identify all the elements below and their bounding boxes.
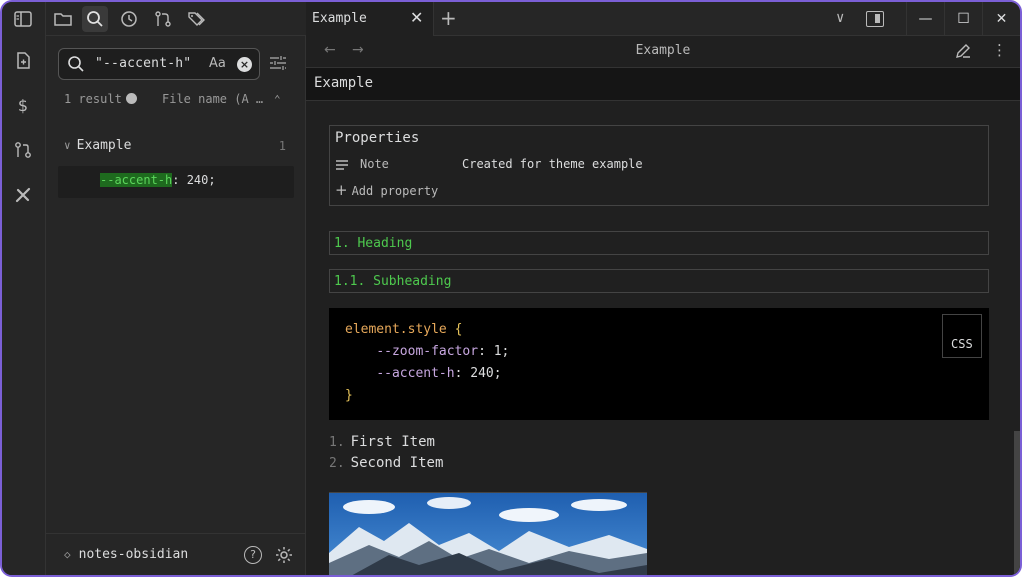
- list-item-text: Second Item: [350, 455, 444, 471]
- list-number: 1.: [329, 435, 345, 450]
- new-tab-icon[interactable]: +: [440, 6, 457, 30]
- search-input[interactable]: "--accent-h" Aa ×: [58, 48, 260, 80]
- close-tab-icon[interactable]: ✕: [410, 8, 423, 27]
- code-line: }: [345, 388, 353, 403]
- heading-2[interactable]: 1.1. Subheading: [329, 269, 989, 293]
- list-item-text: First Item: [350, 434, 435, 450]
- folder-icon[interactable]: [50, 6, 76, 32]
- code-line: element.style {: [345, 322, 462, 337]
- right-sidebar-toggle-icon[interactable]: [866, 11, 884, 27]
- dollar-icon[interactable]: $: [12, 94, 34, 116]
- search-result-match[interactable]: --accent-h: 240;: [58, 166, 294, 198]
- result-match-count: 1: [278, 139, 286, 153]
- view-header-title[interactable]: Example: [306, 43, 1020, 58]
- list-item[interactable]: 1. First Item: [329, 434, 729, 455]
- git-compare-icon[interactable]: [12, 139, 34, 161]
- ribbon: $: [2, 2, 46, 575]
- property-row[interactable]: Note Created for theme example: [335, 156, 985, 176]
- inline-title-bar: Example: [306, 67, 1020, 101]
- tab-bar: Example ✕ + ∨ — ☐ ✕: [306, 2, 1020, 36]
- sidebar-toggle-icon[interactable]: [12, 8, 34, 30]
- help-icon[interactable]: ?: [244, 546, 262, 564]
- plus-icon: +: [335, 181, 348, 199]
- code-line: --zoom-factor: 1;: [376, 344, 510, 359]
- result-count: 1 result: [64, 92, 137, 106]
- chevron-updown-icon: ◇: [64, 548, 71, 561]
- clear-search-icon[interactable]: ×: [237, 57, 252, 72]
- ordered-list: 1. First Item 2. Second Item: [329, 434, 729, 476]
- code-language-badge[interactable]: CSS: [942, 314, 982, 358]
- result-file-name: Example: [76, 138, 132, 153]
- search-icon: [67, 55, 85, 73]
- clock-icon[interactable]: [116, 6, 142, 32]
- code-brace: {: [454, 322, 463, 337]
- tab-title: Example: [312, 11, 367, 26]
- tab-list-chevron-icon[interactable]: ∨: [836, 10, 844, 26]
- property-key[interactable]: Note: [360, 157, 389, 171]
- vault-name: notes-obsidian: [78, 547, 189, 562]
- note-content: Properties Note Created for theme exampl…: [306, 101, 1020, 575]
- code-block[interactable]: element.style { --zoom-factor: 1; --acce…: [329, 308, 989, 420]
- code-property: --zoom-factor: [376, 344, 479, 359]
- code-value: 1;: [493, 344, 510, 359]
- maximize-button[interactable]: ☐: [944, 2, 982, 36]
- editor-pane: ← → Example ⋮ Example Properties Note Cr…: [306, 36, 1020, 575]
- code-property: --accent-h: [376, 366, 455, 381]
- tags-icon[interactable]: [184, 6, 210, 32]
- property-value[interactable]: Created for theme example: [462, 157, 643, 171]
- code-selector: element.style: [345, 322, 447, 337]
- match-highlight: --accent-h: [100, 173, 173, 187]
- inline-title[interactable]: Example: [314, 75, 373, 91]
- editor-scrollbar[interactable]: [1014, 431, 1020, 575]
- app-window: $ "--accent-h" Aa × 1 result File name (…: [0, 0, 1022, 577]
- match-rest: : 240;: [172, 173, 216, 187]
- list-item[interactable]: 2. Second Item: [329, 455, 729, 476]
- search-settings-icon[interactable]: [268, 54, 288, 74]
- search-query[interactable]: "--accent-h": [95, 56, 191, 71]
- search-pane: "--accent-h" Aa × 1 result File name (A …: [46, 36, 306, 575]
- file-plus-icon[interactable]: [12, 50, 34, 72]
- properties-heading[interactable]: Properties: [335, 130, 419, 146]
- heading-1[interactable]: 1. Heading: [329, 231, 989, 255]
- add-property-label: Add property: [351, 184, 439, 198]
- add-property-button[interactable]: + Add property: [335, 181, 438, 199]
- search-icon[interactable]: [82, 6, 108, 32]
- sort-order-select[interactable]: File name (A …: [162, 92, 263, 106]
- gear-icon[interactable]: [274, 545, 294, 565]
- list-number: 2.: [329, 456, 345, 471]
- close-window-button[interactable]: ✕: [982, 2, 1020, 36]
- code-value: 240;: [470, 366, 502, 381]
- more-results-icon[interactable]: [125, 93, 137, 104]
- search-result-file[interactable]: ∨ Example 1: [64, 138, 294, 158]
- code-line: --accent-h: 240;: [376, 366, 502, 381]
- minimize-button[interactable]: —: [906, 2, 944, 36]
- properties-panel: Properties Note Created for theme exampl…: [329, 125, 989, 206]
- vault-switcher-bar: ◇ notes-obsidian ?: [46, 533, 306, 575]
- sidebar-tab-bar: [46, 2, 306, 36]
- code-brace: }: [345, 388, 353, 403]
- embedded-image[interactable]: [329, 492, 647, 575]
- edit-pencil-icon[interactable]: [954, 42, 972, 60]
- vault-switcher[interactable]: ◇ notes-obsidian: [64, 547, 188, 562]
- git-branch-icon[interactable]: [150, 6, 176, 32]
- text-lines-icon: [335, 158, 349, 172]
- tools-icon[interactable]: [12, 184, 34, 206]
- chevron-down-icon[interactable]: ∨: [64, 139, 71, 152]
- more-options-icon[interactable]: ⋮: [992, 41, 1007, 59]
- match-case-toggle[interactable]: Aa: [209, 56, 226, 71]
- tab-example[interactable]: Example ✕: [306, 2, 434, 36]
- chevron-updown-icon[interactable]: ⌃: [274, 93, 281, 106]
